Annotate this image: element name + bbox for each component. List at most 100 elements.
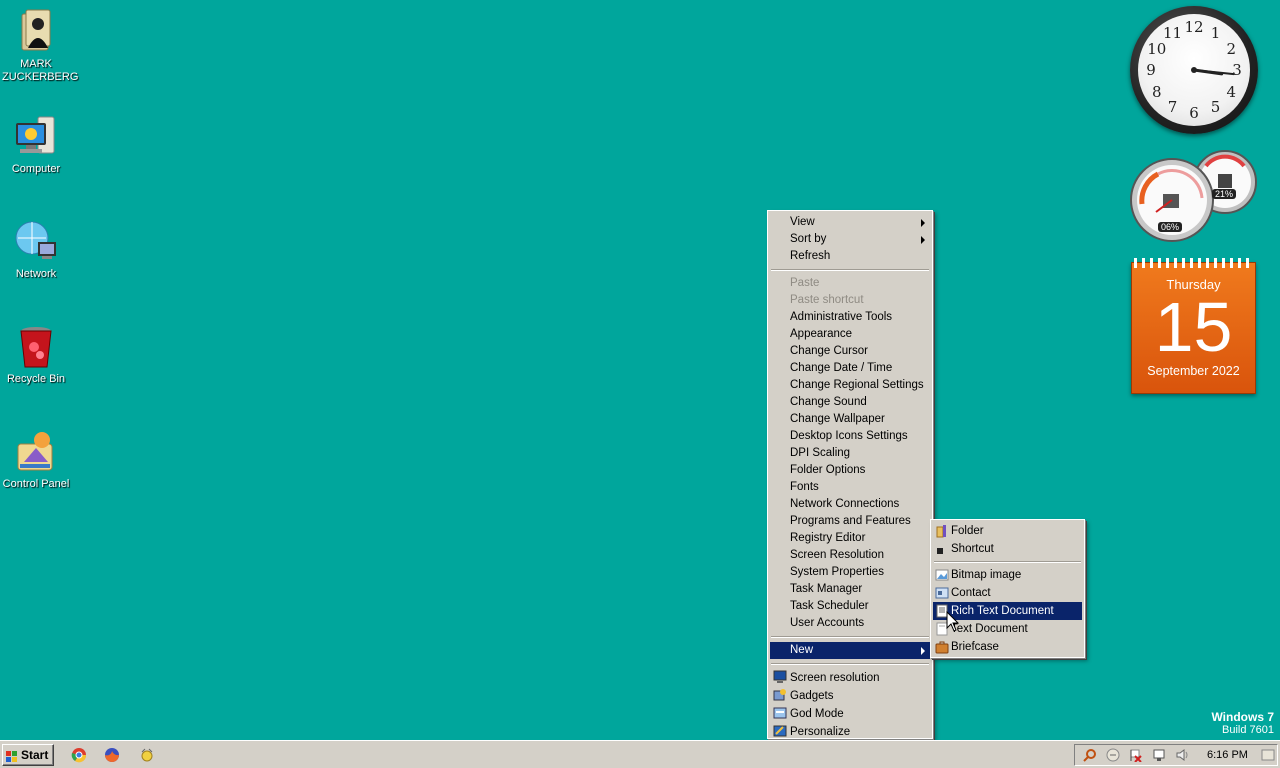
os-build: Build 7601: [1222, 724, 1274, 736]
menu-item-label: Change Cursor: [790, 345, 868, 357]
desktop-icon-user-folder[interactable]: MARK ZUCKERBERG: [2, 8, 79, 84]
start-label: Start: [21, 748, 49, 762]
chrome-icon[interactable]: [71, 747, 87, 763]
menu-item-label: Desktop Icons Settings: [790, 430, 908, 442]
menu-item-label: Fonts: [790, 481, 819, 493]
menu-item-change-date-time[interactable]: Change Date / Time: [770, 360, 930, 377]
clock-center: [1191, 67, 1197, 73]
menu-item-folder-options[interactable]: Folder Options: [770, 462, 930, 479]
desktop-icon-label: Control Panel: [2, 478, 70, 490]
menu-item-label: Change Regional Settings: [790, 379, 924, 391]
calendar-gadget[interactable]: Thursday 15 September 2022: [1131, 258, 1256, 394]
menu-item-registry-editor[interactable]: Registry Editor: [770, 530, 930, 547]
show-desktop-icon[interactable]: [1261, 748, 1275, 762]
clock-gadget[interactable]: 12 1 2 3 4 5 6 7 8 9 10 11: [1130, 6, 1258, 134]
menu-item-label: Screen resolution: [790, 672, 880, 684]
desktop-icon-recycle-bin[interactable]: Recycle Bin: [2, 323, 70, 386]
menu-item-dpi-scaling[interactable]: DPI Scaling: [770, 445, 930, 462]
cpu-percent: 06%: [1158, 222, 1183, 232]
firefox-icon[interactable]: [104, 747, 120, 763]
clock-time[interactable]: 6:16 PM: [1207, 749, 1248, 761]
desktop-icon-label: Network: [15, 268, 57, 280]
new-item-shortcut[interactable]: Shortcut: [933, 540, 1082, 558]
menu-item-label: Paste shortcut: [790, 294, 864, 306]
menu-item-sort-by[interactable]: Sort by: [770, 231, 930, 248]
new-item-contact[interactable]: Contact: [933, 584, 1082, 602]
menu-item-label: Briefcase: [951, 641, 999, 653]
start-button[interactable]: Start: [2, 744, 54, 766]
desktop-icon-network[interactable]: Network: [2, 218, 70, 281]
menu-item-change-sound[interactable]: Change Sound: [770, 394, 930, 411]
cpu-meter-gauges: [1130, 150, 1257, 242]
calendar-rings: [1134, 258, 1254, 268]
menu-item-label: Programs and Features: [790, 515, 911, 527]
menu-item-change-cursor[interactable]: Change Cursor: [770, 343, 930, 360]
new-item-bitmap-image[interactable]: Bitmap image: [933, 566, 1082, 584]
network-icon: [12, 218, 60, 266]
menu-item-fonts[interactable]: Fonts: [770, 479, 930, 496]
bitmap-icon: [935, 568, 949, 582]
menu-item-label: View: [790, 216, 815, 228]
menu-item-programs-and-features[interactable]: Programs and Features: [770, 513, 930, 530]
menu-item-appearance[interactable]: Appearance: [770, 326, 930, 343]
menu-separator: [934, 561, 1081, 563]
menu-item-label: Folder Options: [790, 464, 866, 476]
menu-item-administrative-tools[interactable]: Administrative Tools: [770, 309, 930, 326]
menu-item-refresh[interactable]: Refresh: [770, 248, 930, 265]
menu-item-label: Registry Editor: [790, 532, 866, 544]
computer-icon: [12, 113, 60, 161]
gadgets-icon: [773, 688, 787, 702]
menu-separator: [771, 269, 929, 271]
menu-item-label: Shortcut: [951, 543, 994, 555]
new-submenu: Folder Shortcut Bitmap image Contact Rich …: [930, 519, 1085, 658]
clock-hands: [1191, 67, 1235, 76]
desktop-context-menu: View Sort by Refresh Paste Paste shortcu…: [767, 210, 933, 739]
menu-item-gadgets[interactable]: Gadgets: [770, 687, 930, 705]
menu-item-personalize[interactable]: Personalize: [770, 723, 930, 741]
network-tray-icon[interactable]: [1152, 748, 1166, 762]
menu-item-change-wallpaper[interactable]: Change Wallpaper: [770, 411, 930, 428]
submenu-arrow-icon: [921, 647, 925, 655]
speaker-icon[interactable]: [1175, 748, 1189, 762]
menu-item-screen-resolution[interactable]: Screen Resolution: [770, 547, 930, 564]
menu-item-network-connections[interactable]: Network Connections: [770, 496, 930, 513]
menu-item-label: Paste: [790, 277, 820, 289]
menu-item-label: Personalize: [790, 726, 851, 738]
personalize-icon: [773, 724, 787, 738]
menu-item-change-regional-settings[interactable]: Change Regional Settings: [770, 377, 930, 394]
monitor-icon: [773, 670, 787, 684]
folder-gadget-icon[interactable]: [139, 747, 155, 763]
desktop-icon-control-panel[interactable]: Control Panel: [2, 428, 70, 491]
menu-item-label: Text Document: [951, 623, 1028, 635]
briefcase-icon: [935, 640, 949, 654]
desktop-icon-computer[interactable]: Computer: [2, 113, 70, 176]
menu-item-user-accounts[interactable]: User Accounts: [770, 615, 930, 632]
menu-item-label: Sort by: [790, 233, 827, 245]
contact-icon: [935, 586, 949, 600]
system-tray: 6:16 PM: [1074, 744, 1278, 766]
menu-item-desktop-icons-settings[interactable]: Desktop Icons Settings: [770, 428, 930, 445]
menu-item-label: Change Wallpaper: [790, 413, 885, 425]
menu-item-label: Change Sound: [790, 396, 867, 408]
volume-mixer-icon[interactable]: [1106, 748, 1120, 762]
menu-item-view[interactable]: View: [770, 214, 930, 231]
menu-item-screen-resolution[interactable]: Screen resolution: [770, 669, 930, 687]
menu-item-god-mode[interactable]: God Mode: [770, 705, 930, 723]
clock-face: 12 1 2 3 4 5 6 7 8 9 10 11: [1138, 14, 1250, 126]
os-name: Windows 7: [1211, 710, 1274, 724]
cpu-meter-gadget[interactable]: 06% 21%: [1128, 148, 1258, 244]
mouse-cursor-icon: [946, 611, 960, 632]
menu-item-new[interactable]: New: [770, 642, 930, 659]
menu-item-label: Appearance: [790, 328, 853, 340]
new-item-folder[interactable]: Folder: [933, 522, 1082, 540]
search-icon[interactable]: [1083, 748, 1097, 762]
new-item-briefcase[interactable]: Briefcase: [933, 638, 1082, 656]
menu-item-task-manager[interactable]: Task Manager: [770, 581, 930, 598]
os-branding: Windows 7 Build 7601: [1211, 710, 1274, 736]
desktop-icon-label: MARK ZUCKERBERG: [2, 58, 79, 83]
desktop[interactable]: MARK ZUCKERBERG Computer Network Recycle…: [0, 0, 1280, 740]
flag-icon[interactable]: [1129, 748, 1143, 763]
menu-item-task-scheduler[interactable]: Task Scheduler: [770, 598, 930, 615]
memory-percent: 21%: [1212, 189, 1237, 199]
menu-item-system-properties[interactable]: System Properties: [770, 564, 930, 581]
